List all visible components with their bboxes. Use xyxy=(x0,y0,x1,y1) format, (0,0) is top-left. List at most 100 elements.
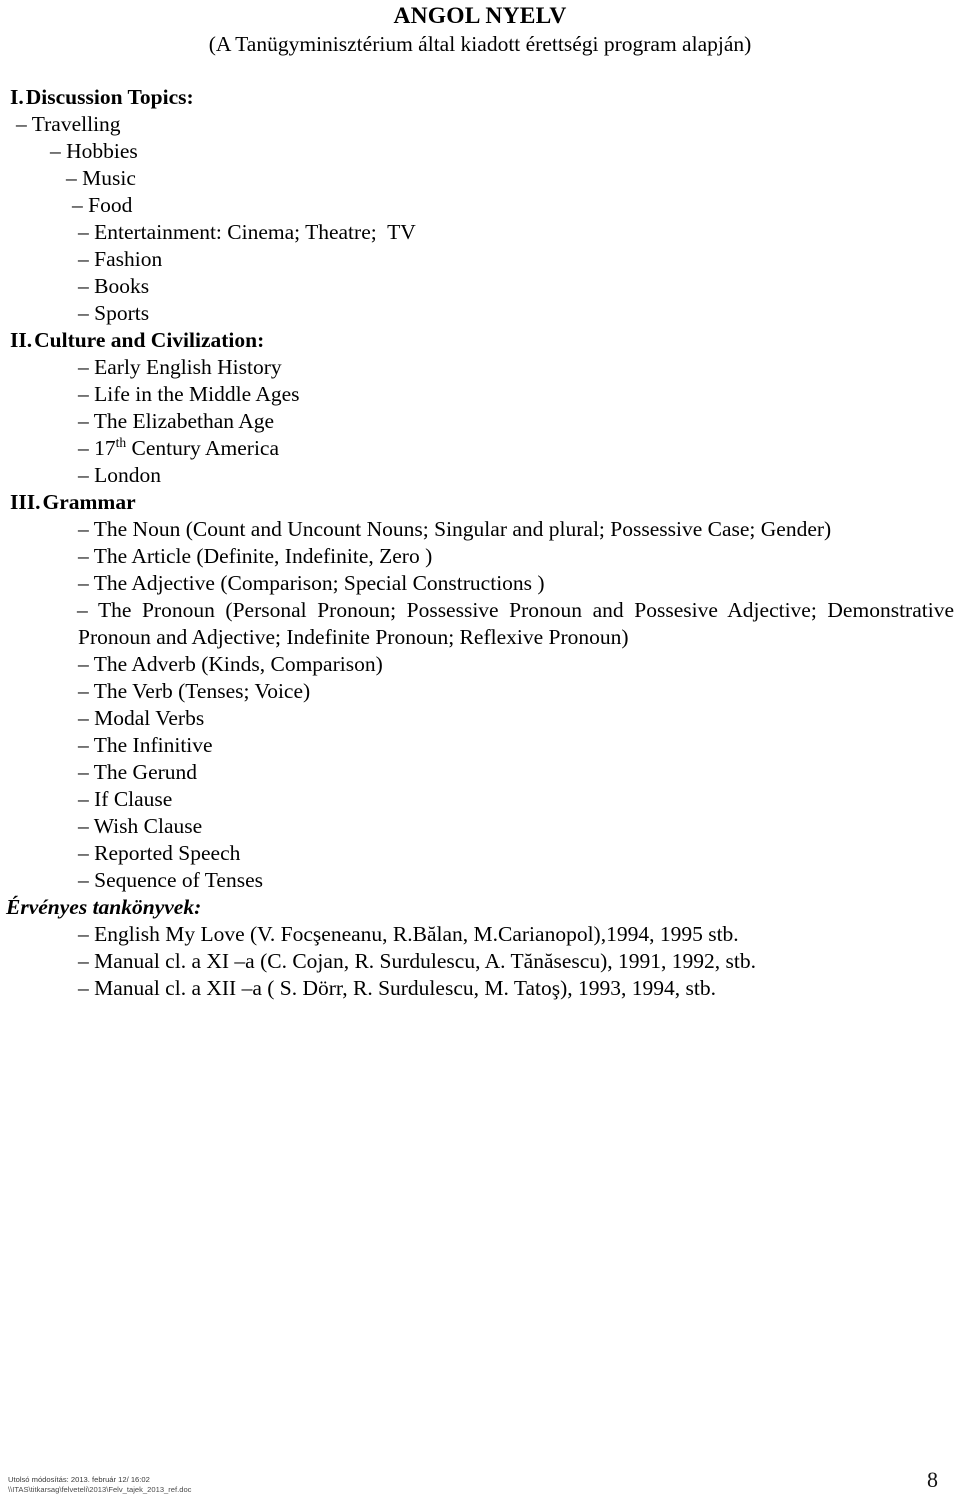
list-item-label: The Noun (Count and Uncount Nouns; Singu… xyxy=(93,517,832,541)
section-numeral: I. xyxy=(10,85,24,109)
textbook-item: – English My Love (V. Focşeneanu, R.Băla… xyxy=(0,921,960,948)
page-number: 8 xyxy=(927,1467,938,1492)
list-item: – Sequence of Tenses xyxy=(0,867,960,894)
list-item-label: Travelling xyxy=(31,112,121,136)
dash-marker: – xyxy=(78,868,95,892)
list-item-label: Fashion xyxy=(94,247,163,271)
list-item-label: The Adjective (Comparison; Special Const… xyxy=(93,571,545,595)
list-item: – Wish Clause xyxy=(0,813,960,840)
list-item: – Sports xyxy=(0,300,960,327)
section-numeral: II. xyxy=(10,328,33,352)
list-item: – Fashion xyxy=(0,246,960,273)
list-item: – If Clause xyxy=(0,786,960,813)
list-item-label: Modal Verbs xyxy=(94,706,205,730)
list-item: – The Adjective (Comparison; Special Con… xyxy=(0,570,960,597)
dash-marker: – xyxy=(66,166,83,190)
list-item: – Books xyxy=(0,273,960,300)
dash-marker: – xyxy=(78,841,95,865)
section-heading-i: I.Discussion Topics: xyxy=(0,84,960,111)
list-item-pronoun: – The Pronoun (Personal Pronoun; Possess… xyxy=(0,597,960,651)
list-item-label: Life in the Middle Ages xyxy=(94,382,300,406)
list-item: – London xyxy=(0,462,960,489)
list-item-label: The Verb (Tenses; Voice) xyxy=(93,679,311,703)
dash-marker: – xyxy=(78,976,95,1000)
dash-marker: – xyxy=(78,274,95,298)
dash-marker: – xyxy=(78,247,95,271)
list-item: – The Elizabethan Age xyxy=(0,408,960,435)
list-item-label: The Infinitive xyxy=(93,733,213,757)
dash-marker: – xyxy=(78,760,94,784)
dash-marker: – xyxy=(78,571,94,595)
list-item-label: Music xyxy=(82,166,136,190)
section-title: Discussion Topics: xyxy=(25,85,194,109)
list-item-label: Early English History xyxy=(94,355,282,379)
section-heading-iii: III.Grammar xyxy=(0,489,960,516)
dash-marker: – xyxy=(16,112,32,136)
dash-marker: – xyxy=(77,598,98,622)
dash-marker: – xyxy=(78,544,94,568)
list-item: – The Infinitive xyxy=(0,732,960,759)
dash-marker: – xyxy=(72,193,89,217)
list-item-label: 17 xyxy=(94,436,116,460)
dash-marker: – xyxy=(78,949,95,973)
list-item-label: The Adverb (Kinds, Comparison) xyxy=(93,652,383,676)
list-item: – Food xyxy=(0,192,960,219)
footer-metadata: Utolsó módosítás: 2013. február 12/ 16:0… xyxy=(8,1475,191,1495)
file-path-text: \\ITAS\titkarsag\felveteli\2013\Felv_taj… xyxy=(8,1485,192,1494)
page-footer: Utolsó módosítás: 2013. február 12/ 16:0… xyxy=(0,1459,960,1501)
page-subtitle: (A Tanügyminisztérium által kiadott éret… xyxy=(208,32,752,56)
list-item-label: The Elizabethan Age xyxy=(93,409,275,433)
dash-marker: – xyxy=(78,220,95,244)
document-page: ANGOL NYELV (A Tanügyminisztérium által … xyxy=(0,0,960,1509)
dash-marker: – xyxy=(78,733,94,757)
textbook-item: – Manual cl. a XI –a (C. Cojan, R. Surdu… xyxy=(0,948,960,975)
last-modified-text: Utolsó módosítás: 2013. február 12/ 16:0… xyxy=(8,1475,150,1484)
list-item-label: The Pronoun (Personal Pronoun; Possessiv… xyxy=(78,598,954,649)
list-item: – Hobbies xyxy=(0,138,960,165)
list-item: – Music xyxy=(0,165,960,192)
list-item-label: Food xyxy=(88,193,133,217)
list-item-label: Sports xyxy=(94,301,150,325)
list-item-label: Hobbies xyxy=(66,139,138,163)
list-item-label-after: Century America xyxy=(126,436,279,460)
document-content: I.Discussion Topics: – Travelling – Hobb… xyxy=(0,84,960,1002)
dash-marker: – xyxy=(78,409,94,433)
list-item: – Modal Verbs xyxy=(0,705,960,732)
dash-marker: – xyxy=(78,706,95,730)
dash-marker: – xyxy=(78,787,95,811)
section-title: Culture and Civilization: xyxy=(34,328,265,352)
list-item-label: Entertainment: Cinema; Theatre; TV xyxy=(94,220,416,244)
ordinal-suffix: th xyxy=(115,434,127,450)
dash-marker: – xyxy=(78,922,95,946)
list-item: – Entertainment: Cinema; Theatre; TV xyxy=(0,219,960,246)
dash-marker: – xyxy=(78,679,94,703)
section-numeral: III. xyxy=(10,490,41,514)
list-item: – The Verb (Tenses; Voice) xyxy=(0,678,960,705)
list-item: – The Gerund xyxy=(0,759,960,786)
section-heading-ii: II.Culture and Civilization: xyxy=(0,327,960,354)
textbook-item: – Manual cl. a XII –a ( S. Dörr, R. Surd… xyxy=(0,975,960,1002)
textbook-label: English My Love (V. Focşeneanu, R.Bălan,… xyxy=(94,922,739,946)
list-item: – Travelling xyxy=(0,111,960,138)
list-item-label: Books xyxy=(94,274,150,298)
list-item-label: London xyxy=(94,463,162,487)
dash-marker: – xyxy=(78,814,94,838)
page-title: ANGOL NYELV xyxy=(393,3,567,29)
dash-marker: – xyxy=(78,382,95,406)
list-item-label: The Gerund xyxy=(93,760,198,784)
list-item-label: Sequence of Tenses xyxy=(94,868,263,892)
dash-marker: – xyxy=(78,355,95,379)
dash-marker: – xyxy=(50,139,67,163)
textbooks-heading: Érvényes tankönyvek: xyxy=(6,895,202,919)
dash-marker: – xyxy=(78,436,95,460)
dash-marker: – xyxy=(78,517,94,541)
list-item: – The Noun (Count and Uncount Nouns; Sin… xyxy=(0,516,960,543)
list-item-century: – 17th Century America xyxy=(0,435,960,462)
list-item: – The Article (Definite, Indefinite, Zer… xyxy=(0,543,960,570)
list-item-label: Reported Speech xyxy=(94,841,241,865)
list-item-label: The Article (Definite, Indefinite, Zero … xyxy=(93,544,433,568)
textbook-label: Manual cl. a XI –a (C. Cojan, R. Surdule… xyxy=(94,949,756,973)
list-item-label: If Clause xyxy=(94,787,173,811)
list-item: – Life in the Middle Ages xyxy=(0,381,960,408)
dash-marker: – xyxy=(78,463,95,487)
